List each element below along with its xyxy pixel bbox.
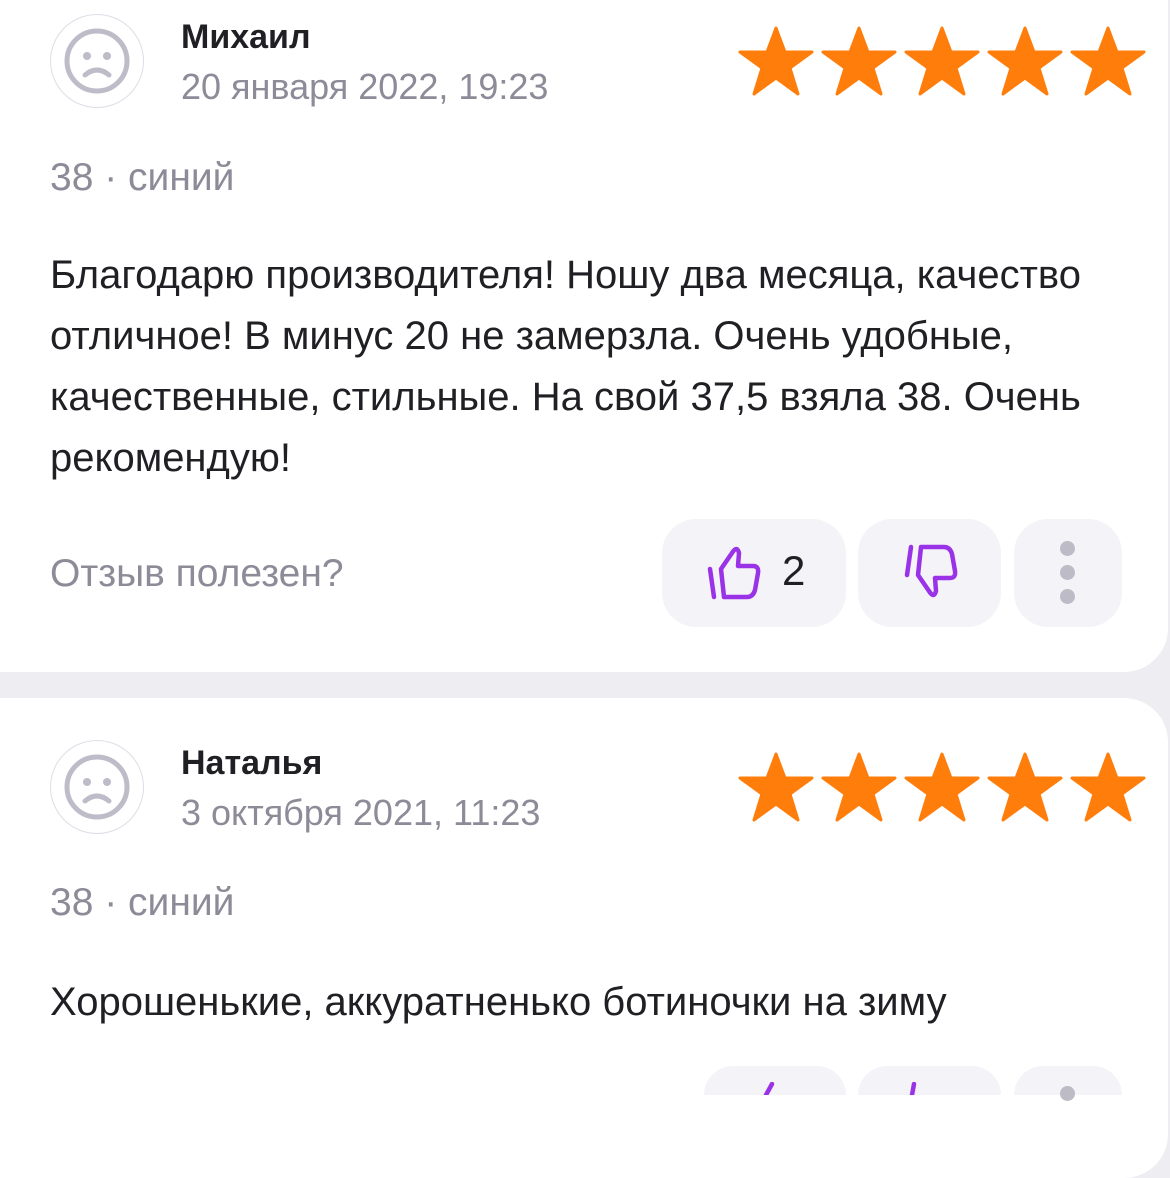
review-author: Михаил xyxy=(181,18,311,56)
star-icon xyxy=(1070,752,1146,822)
star-icon xyxy=(987,752,1063,822)
review-date: 20 января 2022, 19:23 xyxy=(181,66,549,107)
review-text: Хорошенькие, аккуратненько ботиночки на … xyxy=(50,980,947,1024)
star-icon xyxy=(987,26,1063,96)
thumbs-up-icon xyxy=(707,546,761,600)
star-icon xyxy=(821,752,897,822)
helpful-prompt: Отзыв полезен? xyxy=(50,552,344,595)
product-variant: 38 · синий xyxy=(50,881,235,924)
star-icon xyxy=(821,26,897,96)
product-variant: 38 · синий xyxy=(50,156,235,199)
review-author: Наталья xyxy=(181,744,323,782)
like-count: 2 xyxy=(782,547,806,594)
like-button[interactable] xyxy=(704,1066,846,1095)
thumbs-down-icon xyxy=(909,1082,917,1095)
dislike-button[interactable] xyxy=(858,519,1001,627)
star-icon xyxy=(738,26,814,96)
star-icon xyxy=(1070,26,1146,96)
thumbs-up-icon xyxy=(763,1082,775,1095)
sad-face-icon xyxy=(50,14,144,108)
more-button[interactable] xyxy=(1014,519,1122,627)
star-icon xyxy=(904,26,980,96)
more-button[interactable] xyxy=(1014,1066,1122,1101)
review-text: Благодарю производителя! Ношу два месяца… xyxy=(50,253,1081,480)
dislike-button[interactable] xyxy=(858,1066,1001,1095)
thumbs-down-icon xyxy=(904,544,958,598)
review-date: 3 октября 2021, 11:23 xyxy=(181,792,541,833)
sad-face-icon xyxy=(50,740,144,834)
star-icon xyxy=(738,752,814,822)
like-button[interactable]: 2 xyxy=(662,519,846,627)
star-icon xyxy=(904,752,980,822)
